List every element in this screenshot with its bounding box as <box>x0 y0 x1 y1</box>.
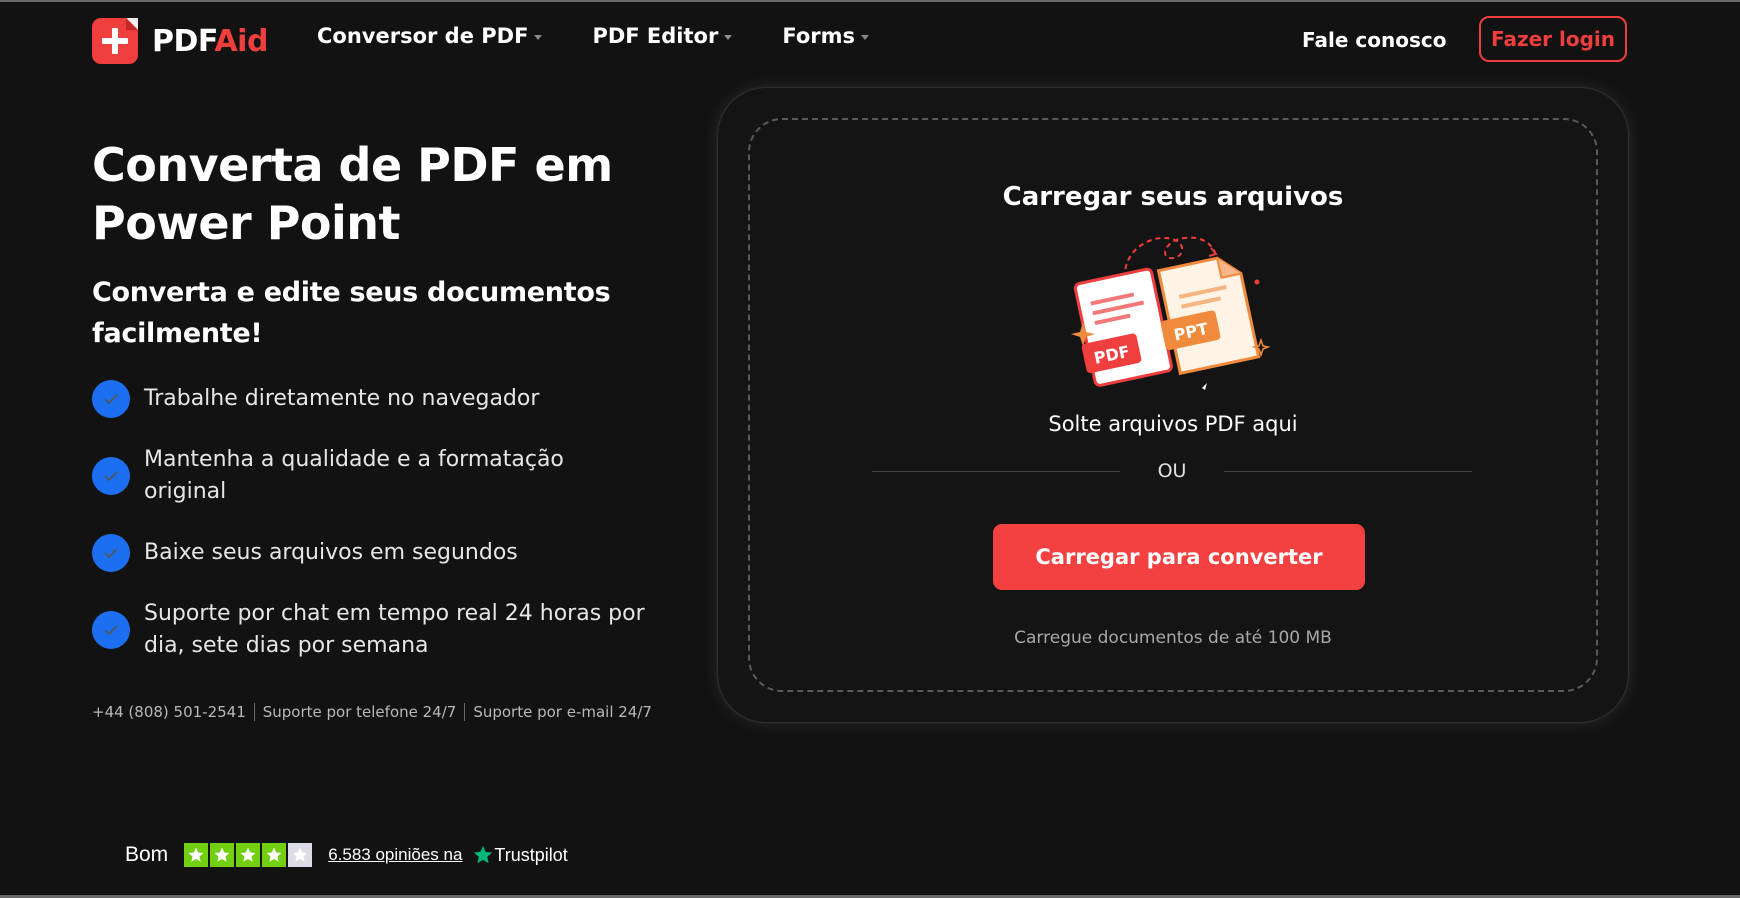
nav-item-pdf-editor[interactable]: PDF Editor <box>592 24 733 48</box>
logo-text-pdf: PDF <box>152 23 215 59</box>
trustpilot-stars <box>184 843 314 867</box>
nav-item-pdf-converter[interactable]: Conversor de PDF <box>317 24 543 48</box>
upload-convert-button[interactable]: Carregar para converter <box>993 524 1365 590</box>
trustpilot-reviews-link[interactable]: 6.583 opiniões na <box>328 845 462 865</box>
divider-line <box>872 470 1120 472</box>
file-size-limit-text: Carregue documentos de até 100 MB <box>1014 628 1332 648</box>
checkmark-icon <box>92 457 130 495</box>
nav-item-label: Conversor de PDF <box>317 24 529 48</box>
nav-item-forms[interactable]: Forms <box>782 24 869 48</box>
support-email-hours: Suporte por e-mail 24/7 <box>473 703 652 721</box>
trustpilot-widget[interactable]: Bom 6.583 opiniões na Trustpilot <box>125 843 568 867</box>
trustpilot-brand[interactable]: Trustpilot <box>472 844 568 866</box>
support-phone[interactable]: +44 (808) 501-2541 <box>92 703 246 721</box>
star-icon <box>262 843 287 867</box>
star-empty-icon <box>288 843 313 867</box>
star-icon <box>210 843 235 867</box>
main-nav: Conversor de PDF PDF Editor Forms <box>317 24 919 48</box>
feature-item: Mantenha a qualidade e a formatação orig… <box>92 444 652 508</box>
trustpilot-brand-name: Trustpilot <box>494 844 568 865</box>
nav-item-label: Forms <box>782 24 855 48</box>
checkmark-icon <box>92 611 130 649</box>
divider <box>464 703 466 721</box>
upload-card: Carregar seus arquivos PDF PPT Solte arq… <box>718 88 1628 722</box>
feature-item: Suporte por chat em tempo real 24 horas … <box>92 598 652 662</box>
feature-text: Trabalhe diretamente no navegador <box>144 386 540 411</box>
pdf-to-ppt-illustration-icon: PDF PPT <box>1071 236 1271 390</box>
or-divider: OU <box>872 460 1472 482</box>
checkmark-icon <box>92 534 130 572</box>
feature-text: Baixe seus arquivos em segundos <box>144 540 518 565</box>
feature-text: Mantenha a qualidade e a formatação orig… <box>144 447 564 504</box>
file-dropzone[interactable]: Carregar seus arquivos PDF PPT Solte arq… <box>748 118 1598 692</box>
feature-item: Trabalhe diretamente no navegador <box>92 380 652 418</box>
caret-down-icon <box>724 34 733 40</box>
support-contact-line: +44 (808) 501-2541 Suporte por telefone … <box>92 703 652 721</box>
trustpilot-star-icon <box>474 845 493 864</box>
page-title: Converta de PDF em Power Point <box>92 138 613 250</box>
nav-item-label: PDF Editor <box>592 24 719 48</box>
divider-line <box>1224 470 1472 472</box>
support-phone-hours: Suporte por telefone 24/7 <box>262 703 457 721</box>
logo-document-plus-icon <box>92 18 138 64</box>
logo-text-aid: Aid <box>214 23 268 59</box>
trustpilot-rating-label: Bom <box>125 843 169 866</box>
checkmark-icon <box>92 380 130 418</box>
upload-title: Carregar seus arquivos <box>1002 182 1344 212</box>
caret-down-icon <box>861 34 869 40</box>
star-icon <box>236 843 261 867</box>
contact-link[interactable]: Fale conosco <box>1302 28 1446 52</box>
feature-text: Suporte por chat em tempo real 24 horas … <box>144 601 645 658</box>
page-subtitle: Converta e edite seus documentos facilme… <box>92 277 611 349</box>
divider <box>253 703 255 721</box>
or-text: OU <box>1157 460 1187 482</box>
logo-wordmark: PDFAid <box>152 24 268 59</box>
feature-list: Trabalhe diretamente no navegador Manten… <box>92 380 652 688</box>
star-icon <box>184 843 209 867</box>
pdfaid-logo[interactable]: PDFAid <box>92 18 268 64</box>
feature-item: Baixe seus arquivos em segundos <box>92 534 652 572</box>
drop-files-text: Solte arquivos PDF aqui <box>1048 412 1298 436</box>
login-button[interactable]: Fazer login <box>1479 16 1627 62</box>
caret-down-icon <box>534 34 543 40</box>
